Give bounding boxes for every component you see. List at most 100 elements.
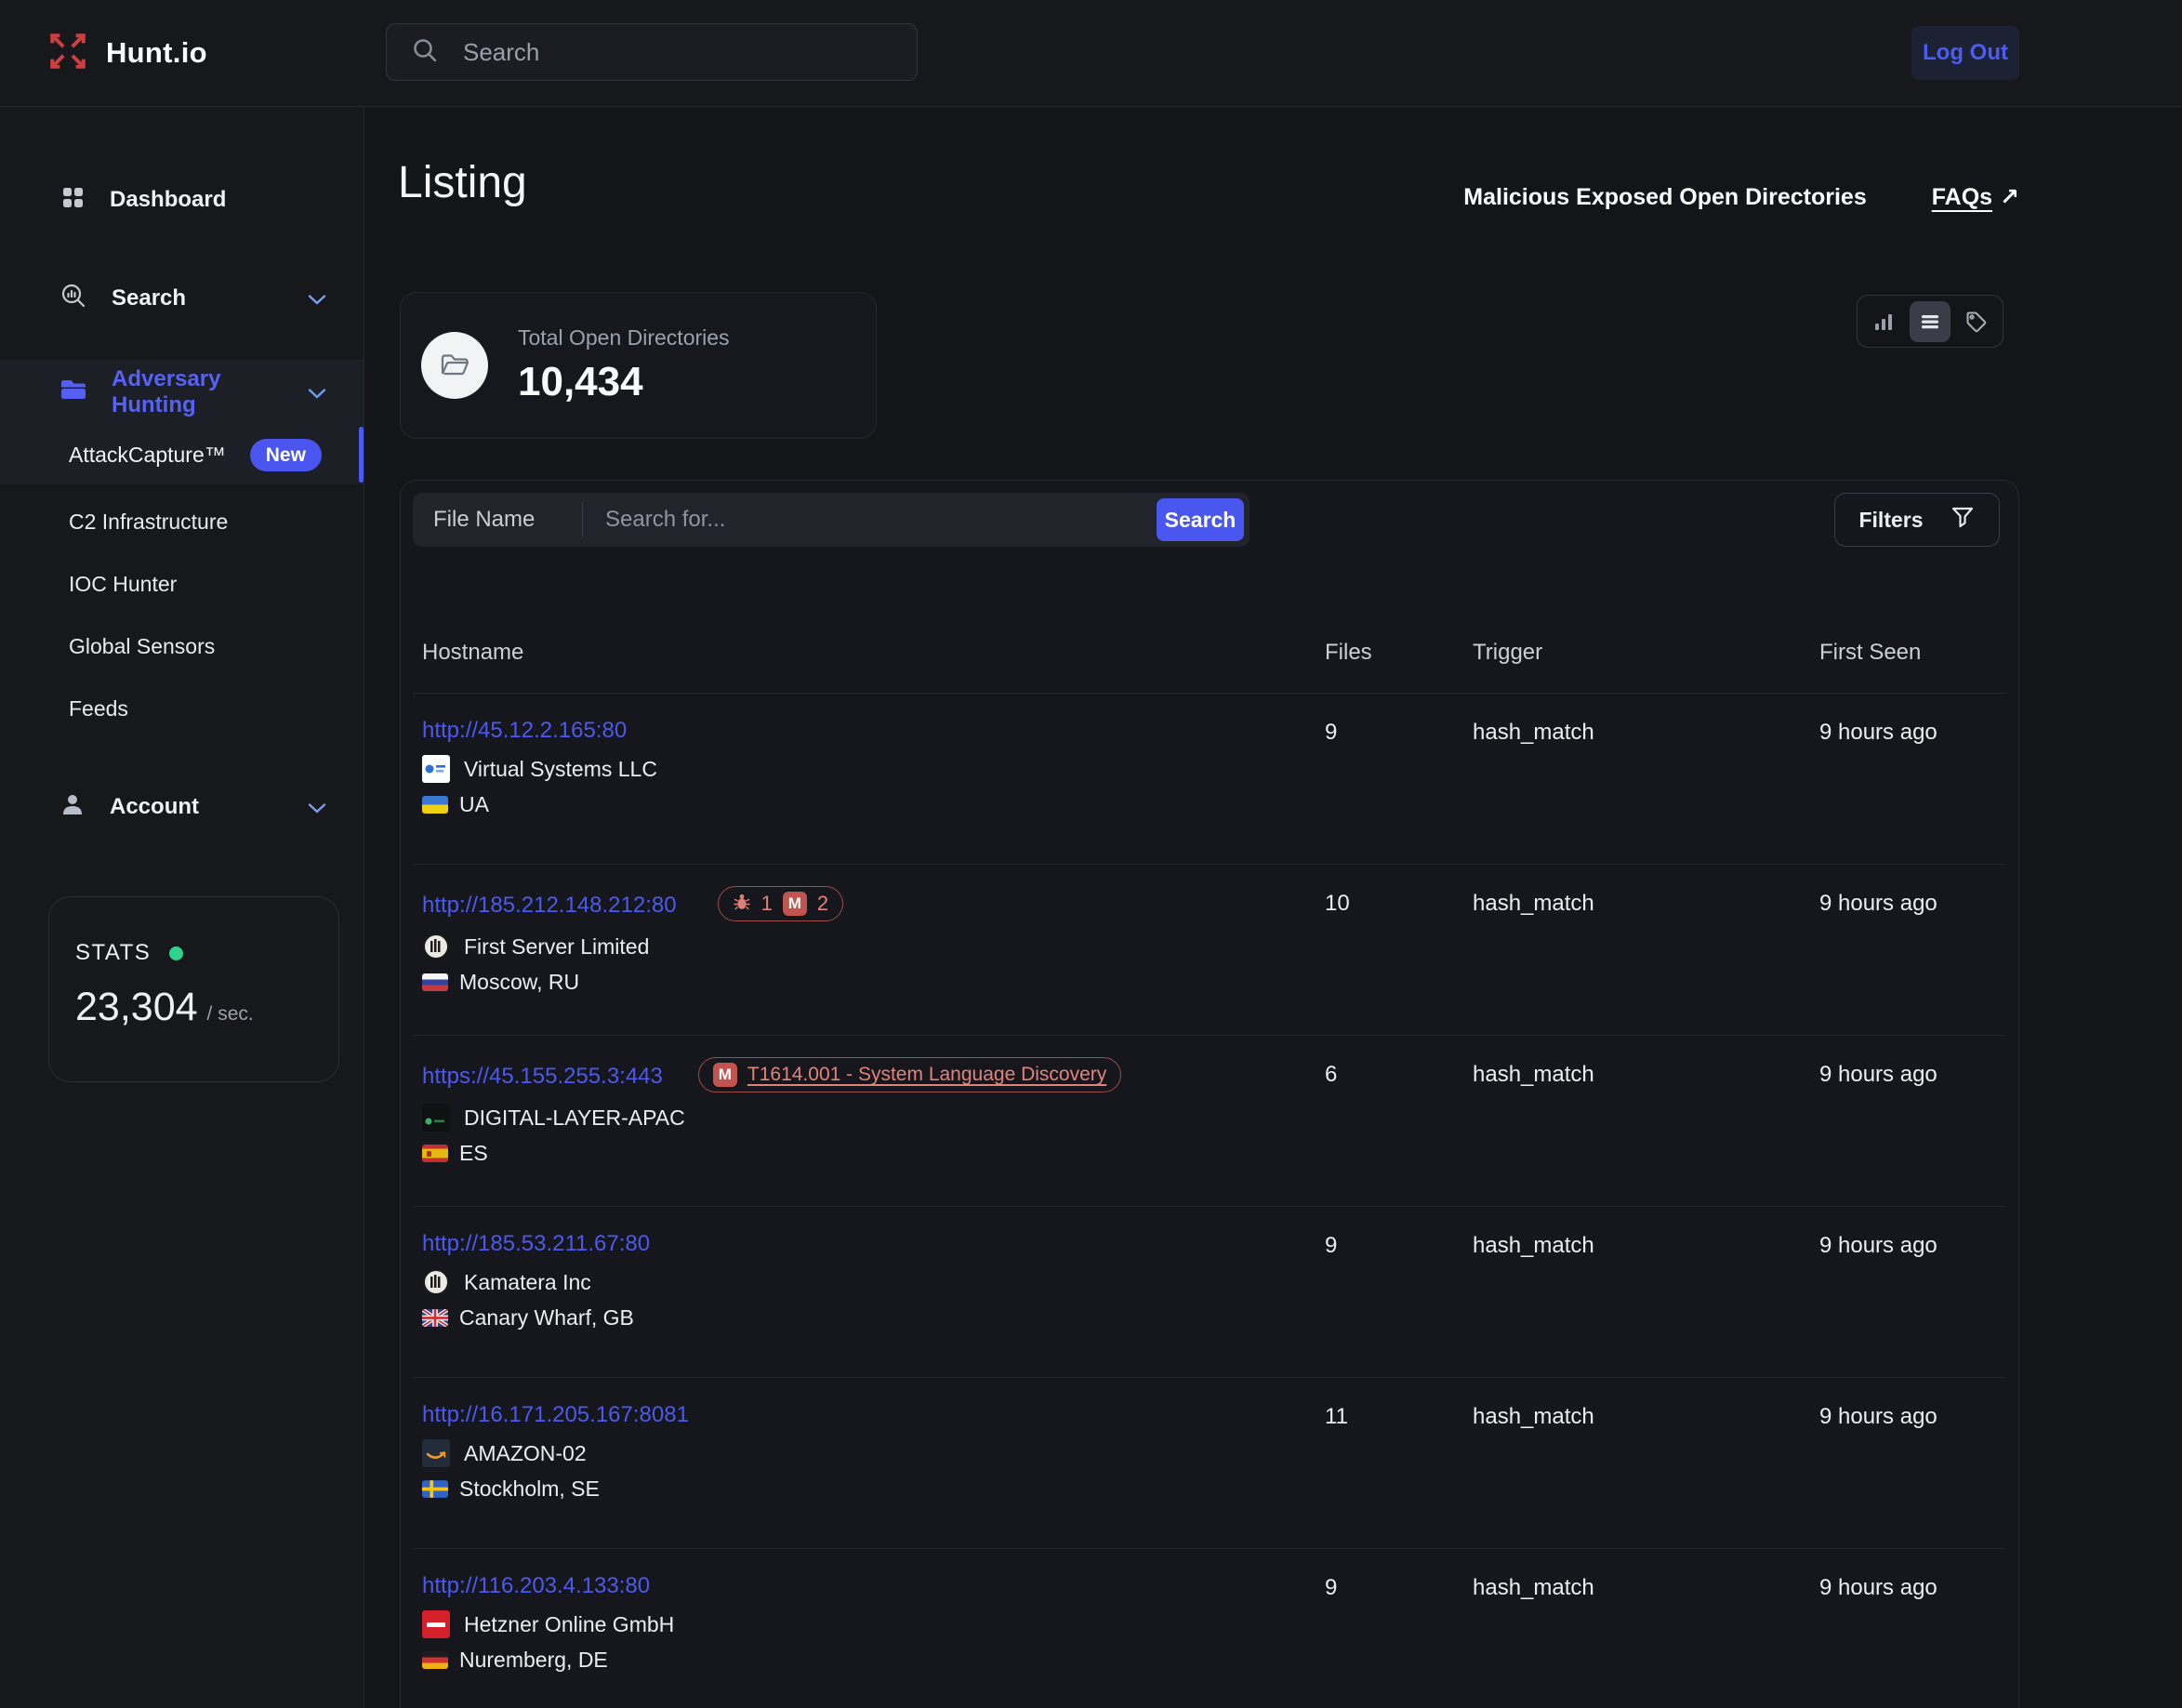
trigger-value: hash_match <box>1473 1060 1819 1088</box>
brand[interactable]: Hunt.io <box>46 0 207 106</box>
flag-es-icon <box>422 1145 448 1162</box>
org-logo-kamatera <box>422 1268 450 1296</box>
sidebar-item-feeds[interactable]: Feeds <box>0 682 364 735</box>
sidebar-item-label: Account <box>110 794 199 820</box>
new-badge: New <box>250 439 322 471</box>
sidebar-item-search[interactable]: Search <box>0 271 364 326</box>
search-button[interactable]: Search <box>1157 498 1244 541</box>
trigger-value: hash_match <box>1473 1231 1819 1259</box>
top-navbar: Hunt.io Log Out <box>0 0 2182 107</box>
location: Canary Wharf, GB <box>459 1305 634 1331</box>
table-row: http://16.171.205.167:8081 AMAZON-02 <box>413 1378 2006 1549</box>
hostname-link[interactable]: http://116.203.4.133:80 <box>422 1573 650 1599</box>
org-logo-digital-layer <box>422 1104 450 1132</box>
sidebar-item-ioc-hunter[interactable]: IOC Hunter <box>0 558 364 610</box>
listing-panel: File Name Search Filters Hostname <box>400 480 2019 1708</box>
org-name: First Server Limited <box>464 934 649 960</box>
first-seen-value: 9 hours ago <box>1819 1231 1997 1259</box>
folder-icon <box>60 377 87 408</box>
files-count: 9 <box>1325 718 1473 746</box>
table-row: https://45.155.255.3:443 M T1614.001 - S… <box>413 1036 2006 1207</box>
chevron-down-icon <box>308 285 326 311</box>
sidebar-item-label: Search <box>112 285 186 311</box>
brand-name: Hunt.io <box>106 36 207 70</box>
org-logo-hetzner <box>422 1610 450 1638</box>
files-count: 9 <box>1325 1573 1473 1601</box>
location: Stockholm, SE <box>459 1476 600 1502</box>
total-label: Total Open Directories <box>518 325 730 351</box>
global-search-input[interactable] <box>461 37 893 68</box>
sidebar-item-label: Adversary Hunting <box>112 366 284 418</box>
external-link-arrow-icon: ↗ <box>2000 183 2019 211</box>
logout-button[interactable]: Log Out <box>1911 26 2019 80</box>
hostname-link[interactable]: http://185.53.211.67:80 <box>422 1231 650 1257</box>
folder-circle-icon <box>421 332 488 399</box>
table-row: http://185.212.148.212:80 1 M <box>413 865 2006 1036</box>
stats-title: STATS <box>75 940 151 966</box>
hostname-link[interactable]: http://185.212.148.212:80 <box>422 893 677 919</box>
stats-card: STATS 23,304 / sec. <box>48 896 339 1082</box>
files-count: 9 <box>1325 1231 1473 1259</box>
files-count: 6 <box>1325 1060 1473 1088</box>
global-search[interactable] <box>386 23 918 81</box>
page-title: Listing <box>398 157 527 208</box>
malware-tag-icon: M <box>713 1063 737 1087</box>
hostname-link[interactable]: https://45.155.255.3:443 <box>422 1064 663 1090</box>
main-content: Listing Malicious Exposed Open Directori… <box>364 107 2182 1708</box>
person-icon <box>60 791 86 824</box>
sidebar-item-adversary-hunting[interactable]: Adversary Hunting <box>0 360 364 425</box>
stats-value: 23,304 <box>75 985 198 1030</box>
chevron-down-icon <box>308 379 326 405</box>
flag-se-icon <box>422 1480 448 1498</box>
first-seen-value: 9 hours ago <box>1819 1060 1997 1088</box>
page-subtitle: Malicious Exposed Open Directories <box>1463 184 1866 211</box>
filters-button[interactable]: Filters <box>1834 493 2000 547</box>
file-search-input[interactable] <box>583 506 1157 534</box>
location: Moscow, RU <box>459 970 579 995</box>
org-logo-first-server <box>422 933 450 960</box>
hostname-link[interactable]: http://45.12.2.165:80 <box>422 718 627 744</box>
trigger-value: hash_match <box>1473 1573 1819 1601</box>
org-logo-virtual-systems <box>422 755 450 783</box>
col-first-seen: First Seen <box>1819 640 1997 666</box>
trigger-value: hash_match <box>1473 889 1819 917</box>
malware-tag-icon: M <box>783 892 807 916</box>
sidebar-item-global-sensors[interactable]: Global Sensors <box>0 620 364 672</box>
org-logo-amazon <box>422 1439 450 1467</box>
sidebar-item-c2-infrastructure[interactable]: C2 Infrastructure <box>0 496 364 548</box>
org-name: DIGITAL-LAYER-APAC <box>464 1106 685 1131</box>
directories-table: Hostname Files Trigger First Seen http:/… <box>413 613 2006 1708</box>
stats-unit: / sec. <box>207 1003 254 1026</box>
first-seen-value: 9 hours ago <box>1819 889 1997 917</box>
table-row: http://45.12.2.165:80 Virtual Systems LL… <box>413 694 2006 865</box>
sidebar-item-account[interactable]: Account <box>0 779 364 835</box>
org-name: AMAZON-02 <box>464 1441 587 1466</box>
sidebar-item-label: Dashboard <box>110 187 226 213</box>
detection-count-badge[interactable]: 1 M 2 <box>718 886 844 921</box>
first-seen-value: 9 hours ago <box>1819 1402 1997 1430</box>
col-hostname: Hostname <box>422 640 1325 666</box>
ttp-link[interactable]: T1614.001 - System Language Discovery <box>747 1064 1106 1086</box>
trigger-value: hash_match <box>1473 718 1819 746</box>
active-indicator <box>359 427 364 483</box>
col-files: Files <box>1325 640 1473 666</box>
list-view-button[interactable] <box>1910 301 1951 342</box>
field-selector[interactable]: File Name <box>413 507 582 533</box>
sidebar-item-attackcapture[interactable]: AttackCapture™ New <box>0 425 364 484</box>
faqs-link[interactable]: FAQs ↗ <box>1932 183 2019 211</box>
ttp-badge[interactable]: M T1614.001 - System Language Discovery <box>698 1057 1121 1092</box>
view-toggle <box>1857 295 2003 348</box>
tag-view-button[interactable] <box>1956 301 1997 342</box>
search-analytics-icon <box>60 282 87 316</box>
org-name: Kamatera Inc <box>464 1270 591 1295</box>
sidebar-item-dashboard[interactable]: Dashboard <box>0 172 364 228</box>
search-icon <box>411 36 439 69</box>
table-header: Hostname Files Trigger First Seen <box>413 613 2006 694</box>
total-open-directories-card: Total Open Directories 10,434 <box>400 292 877 439</box>
location: Nuremberg, DE <box>459 1648 608 1673</box>
chart-view-button[interactable] <box>1863 301 1904 342</box>
col-trigger: Trigger <box>1473 640 1819 666</box>
files-count: 11 <box>1325 1402 1473 1430</box>
table-row: http://185.53.211.67:80 Kamatera Inc Ca <box>413 1207 2006 1378</box>
hostname-link[interactable]: http://16.171.205.167:8081 <box>422 1402 689 1428</box>
